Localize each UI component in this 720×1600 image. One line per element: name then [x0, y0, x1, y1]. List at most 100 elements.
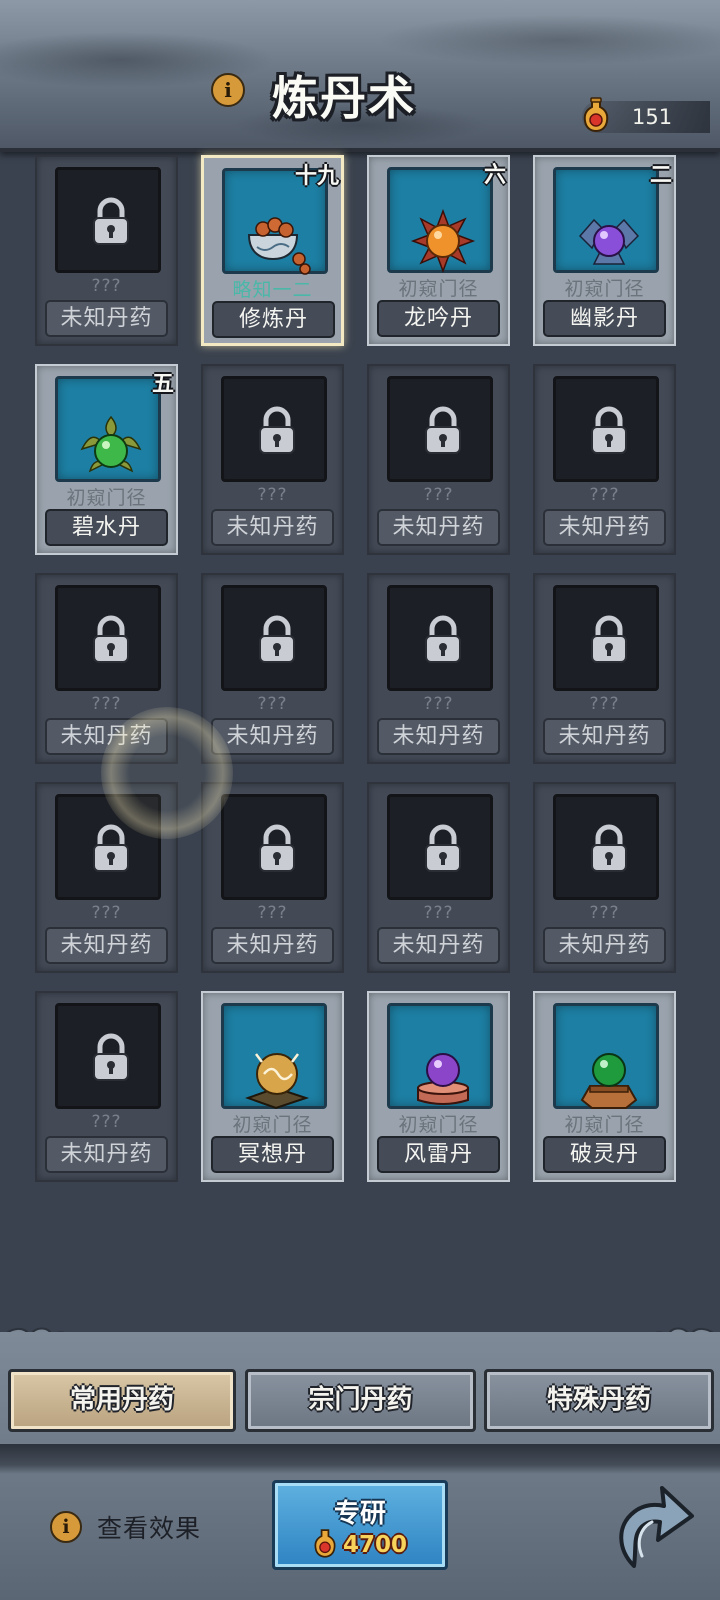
view-effects-link[interactable]: 查看效果 [97, 1509, 201, 1545]
pill-card[interactable]: 初窥门径 风雷丹 [367, 991, 510, 1182]
pill-icon-frame [55, 167, 161, 273]
pill-name: 碧水丹 [45, 509, 168, 546]
pill-mastery-level: 略知一二 [232, 279, 313, 301]
pill-name: 未知丹药 [377, 927, 500, 964]
pill-card[interactable]: 十九略知一二 修炼丹 [201, 155, 344, 346]
pill-card[interactable]: ??? 未知丹药 [533, 364, 676, 555]
pill-rank-badge: 二 [649, 162, 672, 188]
pill-name: 未知丹药 [45, 927, 168, 964]
pill-icon-frame [55, 794, 161, 900]
pill-icon-frame [55, 376, 161, 482]
pill-mastery-level: ??? [257, 485, 288, 505]
pill-card[interactable]: ??? 未知丹药 [35, 782, 178, 973]
pill-card[interactable]: ??? 未知丹药 [533, 573, 676, 764]
pill-name: 未知丹药 [211, 718, 334, 755]
pill-name: 龙吟丹 [377, 300, 500, 337]
tab-sect-pills[interactable]: 宗门丹药 [245, 1369, 476, 1432]
pill-icon-frame [221, 376, 327, 482]
pill-icon-frame [553, 585, 659, 691]
wind-thunder-pill-icon [417, 1053, 469, 1105]
spirit-break-pill-icon [580, 1053, 638, 1109]
pill-mastery-level: 初窥门径 [564, 278, 645, 300]
pill-mastery-level: 初窥门径 [232, 1114, 313, 1136]
pill-rank-badge: 十九 [294, 163, 339, 189]
pill-icon-frame [553, 167, 659, 273]
pill-mastery-level: 初窥门径 [66, 487, 147, 509]
pill-icon-frame [55, 1003, 161, 1109]
elixir-flask-icon [314, 1529, 336, 1558]
pill-mastery-level: ??? [91, 694, 122, 714]
pill-card[interactable]: ??? 未知丹药 [201, 782, 344, 973]
pill-mastery-level: ??? [423, 694, 454, 714]
ink-band [0, 1444, 720, 1474]
pill-card[interactable]: ??? 未知丹药 [35, 155, 178, 346]
pill-card[interactable]: ??? 未知丹药 [201, 573, 344, 764]
pill-card[interactable]: 初窥门径 破灵丹 [533, 991, 676, 1182]
pill-mastery-level: ??? [589, 694, 620, 714]
cultivation-pill-bowl-icon [247, 217, 311, 275]
pill-name: 未知丹药 [211, 927, 334, 964]
research-button[interactable]: 专研 4700 [272, 1480, 448, 1570]
pill-card[interactable]: 六初窥门径 龙吟丹 [367, 155, 510, 346]
lock-icon [93, 1033, 129, 1081]
pill-name: 未知丹药 [543, 509, 666, 546]
lock-icon [93, 615, 129, 663]
lock-icon [425, 824, 461, 872]
pill-name: 未知丹药 [45, 718, 168, 755]
lock-icon [259, 615, 295, 663]
pill-name: 冥想丹 [211, 1136, 334, 1173]
pill-icon-frame [221, 1003, 327, 1110]
pill-rank-badge: 六 [483, 162, 506, 188]
pill-card[interactable]: 二初窥门径 幽影丹 [533, 155, 676, 346]
pill-name: 未知丹药 [377, 718, 500, 755]
pill-mastery-level: 初窥门径 [398, 1114, 479, 1136]
pill-name: 未知丹药 [377, 509, 500, 546]
pill-card[interactable]: ??? 未知丹药 [533, 782, 676, 973]
pill-mastery-level: ??? [589, 903, 620, 923]
research-cost: 4700 [343, 1532, 408, 1558]
tab-common-pills[interactable]: 常用丹药 [8, 1369, 236, 1432]
pill-icon-frame [553, 376, 659, 482]
pill-card[interactable]: ??? 未知丹药 [367, 364, 510, 555]
lock-icon [591, 615, 627, 663]
pill-icon-frame [221, 794, 327, 900]
meditation-pill-icon [245, 1053, 310, 1110]
pill-name: 未知丹药 [45, 1136, 168, 1173]
pill-icon-frame [553, 794, 659, 900]
pill-card[interactable]: ??? 未知丹药 [35, 573, 178, 764]
pill-name: 破灵丹 [543, 1136, 666, 1173]
view-effects-info-icon[interactable]: i [50, 1511, 82, 1543]
pill-mastery-level: 初窥门径 [564, 1114, 645, 1136]
pill-name: 未知丹药 [543, 718, 666, 755]
pill-mastery-level: ??? [589, 485, 620, 505]
pill-name: 修炼丹 [212, 301, 335, 338]
pill-card[interactable]: ??? 未知丹药 [201, 364, 344, 555]
pill-card[interactable]: ??? 未知丹药 [367, 782, 510, 973]
currency-display: 151 [582, 97, 710, 133]
back-arrow-icon[interactable] [612, 1480, 696, 1570]
pill-mastery-level: ??? [423, 485, 454, 505]
shadow-pill-icon [578, 218, 640, 265]
pill-icon-frame [387, 585, 493, 691]
elixir-flask-icon [583, 97, 609, 133]
info-icon[interactable]: i [211, 73, 245, 107]
pill-icon-frame [221, 585, 327, 691]
lock-icon [259, 824, 295, 872]
dragon-roar-pill-icon [410, 208, 476, 274]
pill-name: 未知丹药 [211, 509, 334, 546]
lock-icon [591, 824, 627, 872]
pill-name: 幽影丹 [543, 300, 666, 337]
pill-name: 未知丹药 [543, 927, 666, 964]
pill-icon-frame [387, 794, 493, 900]
research-label: 专研 [333, 1499, 386, 1529]
lock-icon [93, 824, 129, 872]
pill-card[interactable]: ??? 未知丹药 [367, 573, 510, 764]
pill-card[interactable]: ??? 未知丹药 [35, 991, 178, 1182]
tab-special-pills[interactable]: 特殊丹药 [484, 1369, 714, 1432]
lock-icon [591, 406, 627, 454]
lock-icon [93, 197, 129, 245]
pill-mastery-level: 初窥门径 [398, 278, 479, 300]
pill-card[interactable]: 五初窥门径 碧水丹 [35, 364, 178, 555]
pill-card[interactable]: 初窥门径 冥想丹 [201, 991, 344, 1182]
pill-icon-frame [387, 376, 493, 482]
